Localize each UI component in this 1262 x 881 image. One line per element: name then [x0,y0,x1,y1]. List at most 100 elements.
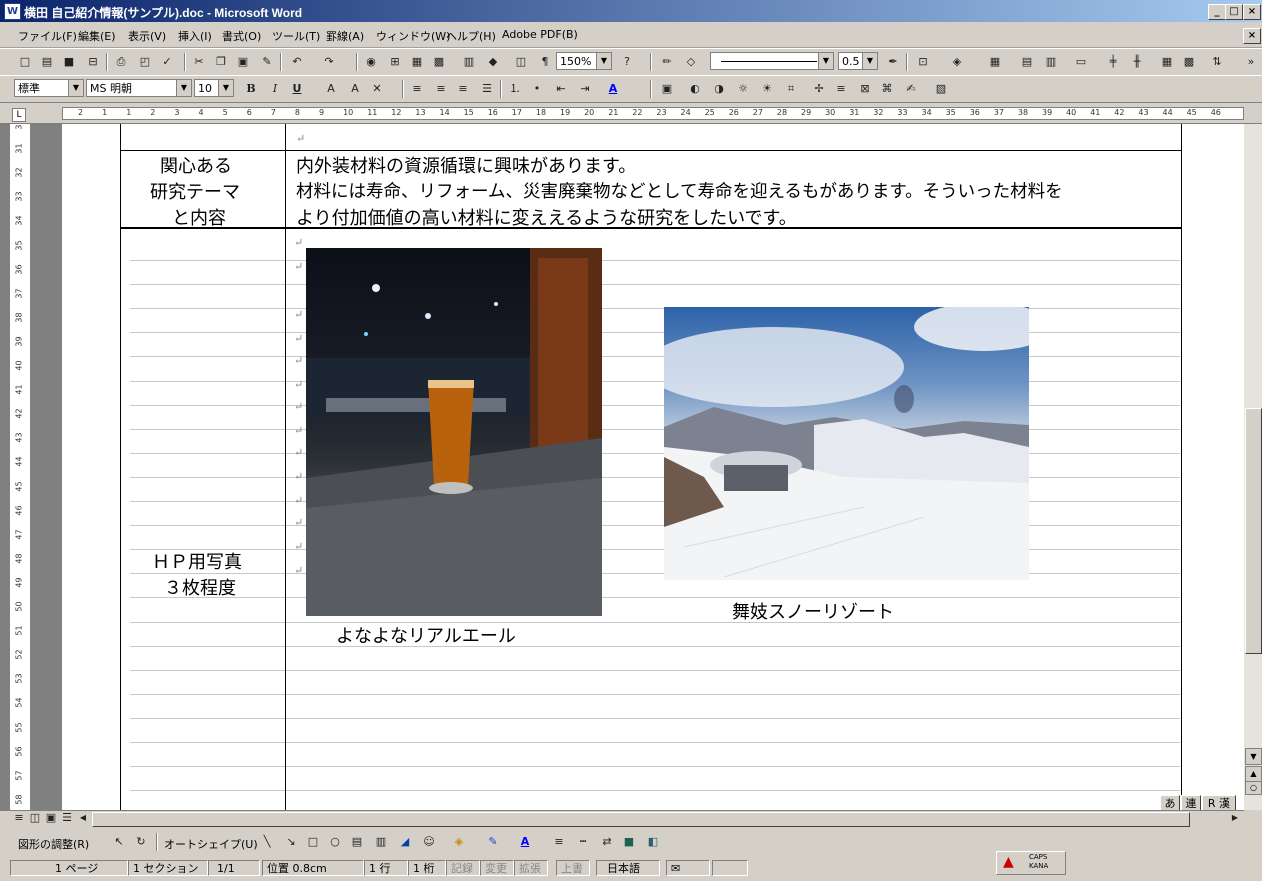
format-picture-icon[interactable]: ✍ [902,80,920,98]
italic-icon[interactable]: I [266,80,284,98]
beer-photo[interactable] [306,248,602,616]
word-app-icon[interactable]: W [4,3,21,20]
text-wrap-icon[interactable]: ⌘ [878,80,896,98]
line-width-combo[interactable]: 0.5 ▼ [838,52,878,70]
vertical-ruler[interactable]: 30 31 32 33 34 35 36 37 38 39 40 41 42 43 44 45 46 47 48 49… [10,124,31,810]
borders-icon[interactable]: ⊡ [914,53,932,71]
line-style-icon[interactable]: ≡ [832,80,850,98]
eraser-icon[interactable]: ◇ [682,53,700,71]
align-right-icon[interactable]: ≡ [454,80,472,98]
bullets-icon[interactable]: • [528,80,546,98]
shading-color-icon[interactable]: ◈ [948,53,966,71]
horizontal-scrollbar[interactable]: ≡ ◫ ▣ ☰ ◀ ▶ [0,810,1244,828]
distribute-rows-icon[interactable]: ╪ [1104,53,1122,71]
brightness-icon[interactable]: ☼ [734,80,752,98]
menu-help[interactable]: ヘルプ(H) [446,28,496,44]
chevron-down-icon[interactable]: ▼ [862,53,877,69]
paste-icon[interactable]: ▣ [234,53,252,71]
browse-object-icon[interactable]: ○ [1245,781,1262,795]
ski-resort-photo[interactable] [664,307,1029,580]
align-center-icon[interactable]: ≡ [432,80,450,98]
line-color-icon[interactable]: ✎ [484,833,502,851]
zoom-combo[interactable]: 150% ▼ [556,52,612,70]
rectangle-icon[interactable]: □ [304,833,322,851]
dash-style-icon[interactable]: ┅ [574,833,592,851]
chevron-down-icon[interactable]: ▼ [68,80,83,96]
previous-page-icon[interactable]: ▲ [1245,766,1262,782]
status-overtype[interactable]: 上書 [556,860,590,876]
autoshape-menu[interactable]: オートシェイプ(U) [164,836,258,852]
menu-tools[interactable]: ツール(T) [272,28,320,44]
shadow-icon[interactable]: ■ [620,833,638,851]
redo-icon[interactable]: ↷ [320,53,338,71]
document-close-icon[interactable]: × [1243,28,1261,44]
distributed-icon[interactable]: ☰ [478,80,496,98]
sort-ascending-icon[interactable]: ⇅ [1208,53,1226,71]
scroll-left-arrow-icon[interactable]: ◀ [74,811,92,825]
menu-adobe-pdf[interactable]: Adobe PDF(B) [502,28,578,41]
contrast-icon[interactable]: ◑ [710,80,728,98]
char-scaling-icon[interactable]: ✕ [368,80,386,98]
menu-window[interactable]: ウィンドウ(W) [376,28,450,44]
insert-table-grid-icon[interactable]: ▦ [986,53,1004,71]
status-track-changes[interactable]: 変更 [480,860,514,876]
numbering-icon[interactable]: ⒈ [506,80,524,98]
arrow-style-icon[interactable]: ⇄ [598,833,616,851]
chevron-down-icon[interactable]: ▼ [176,80,191,96]
oval-icon[interactable]: ○ [326,833,344,851]
show-hide-icon[interactable]: ¶ [536,53,554,71]
free-rotate-icon[interactable]: ↻ [132,833,150,851]
print-preview-icon[interactable]: ◰ [136,53,154,71]
show-gridlines-icon[interactable]: ▩ [1180,53,1198,71]
fill-color-icon[interactable]: ◈ [450,833,468,851]
menu-file[interactable]: ファイル(F) [18,28,77,44]
status-extend[interactable]: 拡張 [514,860,548,876]
chevron-down-icon[interactable]: ▼ [818,53,833,69]
undo-icon[interactable]: ↶ [288,53,306,71]
menu-format[interactable]: 書式(O) [222,28,261,44]
menu-edit[interactable]: 編集(E) [78,28,116,44]
drawing-icon[interactable]: ◆ [484,53,502,71]
compress-picture-icon[interactable]: ⊠ [856,80,874,98]
document-page[interactable]: ↵ 関心ある 研究テーマ と内容 内外装材料の資源循環に興味があります。 材料に… [62,124,1244,810]
underline-icon[interactable]: U [288,80,306,98]
cut-icon[interactable]: ✂ [190,53,208,71]
3d-icon[interactable]: ◧ [644,833,662,851]
document-area[interactable]: 30 31 32 33 34 35 36 37 38 39 40 41 42 43 44 45 46 47 48 49… [0,124,1244,810]
merge-cells-icon[interactable]: ▤ [1018,53,1036,71]
spelling-status-icon[interactable]: ✉ [666,860,710,876]
insert-excel-icon[interactable]: ▩ [430,53,448,71]
hscroll-thumb[interactable] [92,812,1190,827]
vertical-scrollbar[interactable]: ▼ ▲ ○ [1244,124,1262,810]
char-shading-icon[interactable]: A [346,80,364,98]
image-control-icon[interactable]: ◐ [686,80,704,98]
maximize-button[interactable]: □ [1225,4,1243,20]
shape-adjust-menu[interactable]: 図形の調整(R) [18,836,89,852]
format-painter-icon[interactable]: ✎ [258,53,276,71]
copy-icon[interactable]: ❐ [212,53,230,71]
wordart-icon[interactable]: ◢ [396,833,414,851]
menu-view[interactable]: 表示(V) [128,28,166,44]
clip-art-icon[interactable]: ☺ [420,833,438,851]
select-objects-icon[interactable]: ↖ [110,833,128,851]
line-icon[interactable]: ╲ [258,833,276,851]
open-folder-icon[interactable]: ▤ [38,53,56,71]
new-document-icon[interactable]: □ [16,53,34,71]
text-box-icon[interactable]: ▤ [348,833,366,851]
align-justify-icon[interactable]: ≡ [408,80,426,98]
horizontal-ruler[interactable]: L 2 1 1 2 3 4 5 6 7 8 9 10 11 12 13 14 15 16 17 18 19 20 21 22 2… [0,103,1262,124]
border-color-icon[interactable]: ✒ [884,53,902,71]
tables-borders-icon[interactable]: ⊞ [386,53,404,71]
scroll-thumb[interactable] [1245,408,1262,654]
help-icon[interactable]: ? [618,53,636,71]
ime-indicator[interactable]: ▲ CAPS KANA [996,851,1066,875]
minimize-button[interactable]: _ [1208,4,1226,20]
tab-selector-icon[interactable]: L [12,108,26,122]
split-cells-icon[interactable]: ▥ [1042,53,1060,71]
arrow-icon[interactable]: ↘ [282,833,300,851]
menu-insert[interactable]: 挿入(I) [178,28,212,44]
scroll-right-arrow-icon[interactable]: ▶ [1226,811,1244,825]
style-combo[interactable]: 標準 ▼ [14,79,84,97]
vertical-text-box-icon[interactable]: ▥ [372,833,390,851]
draw-font-color-icon[interactable]: A [516,833,534,851]
